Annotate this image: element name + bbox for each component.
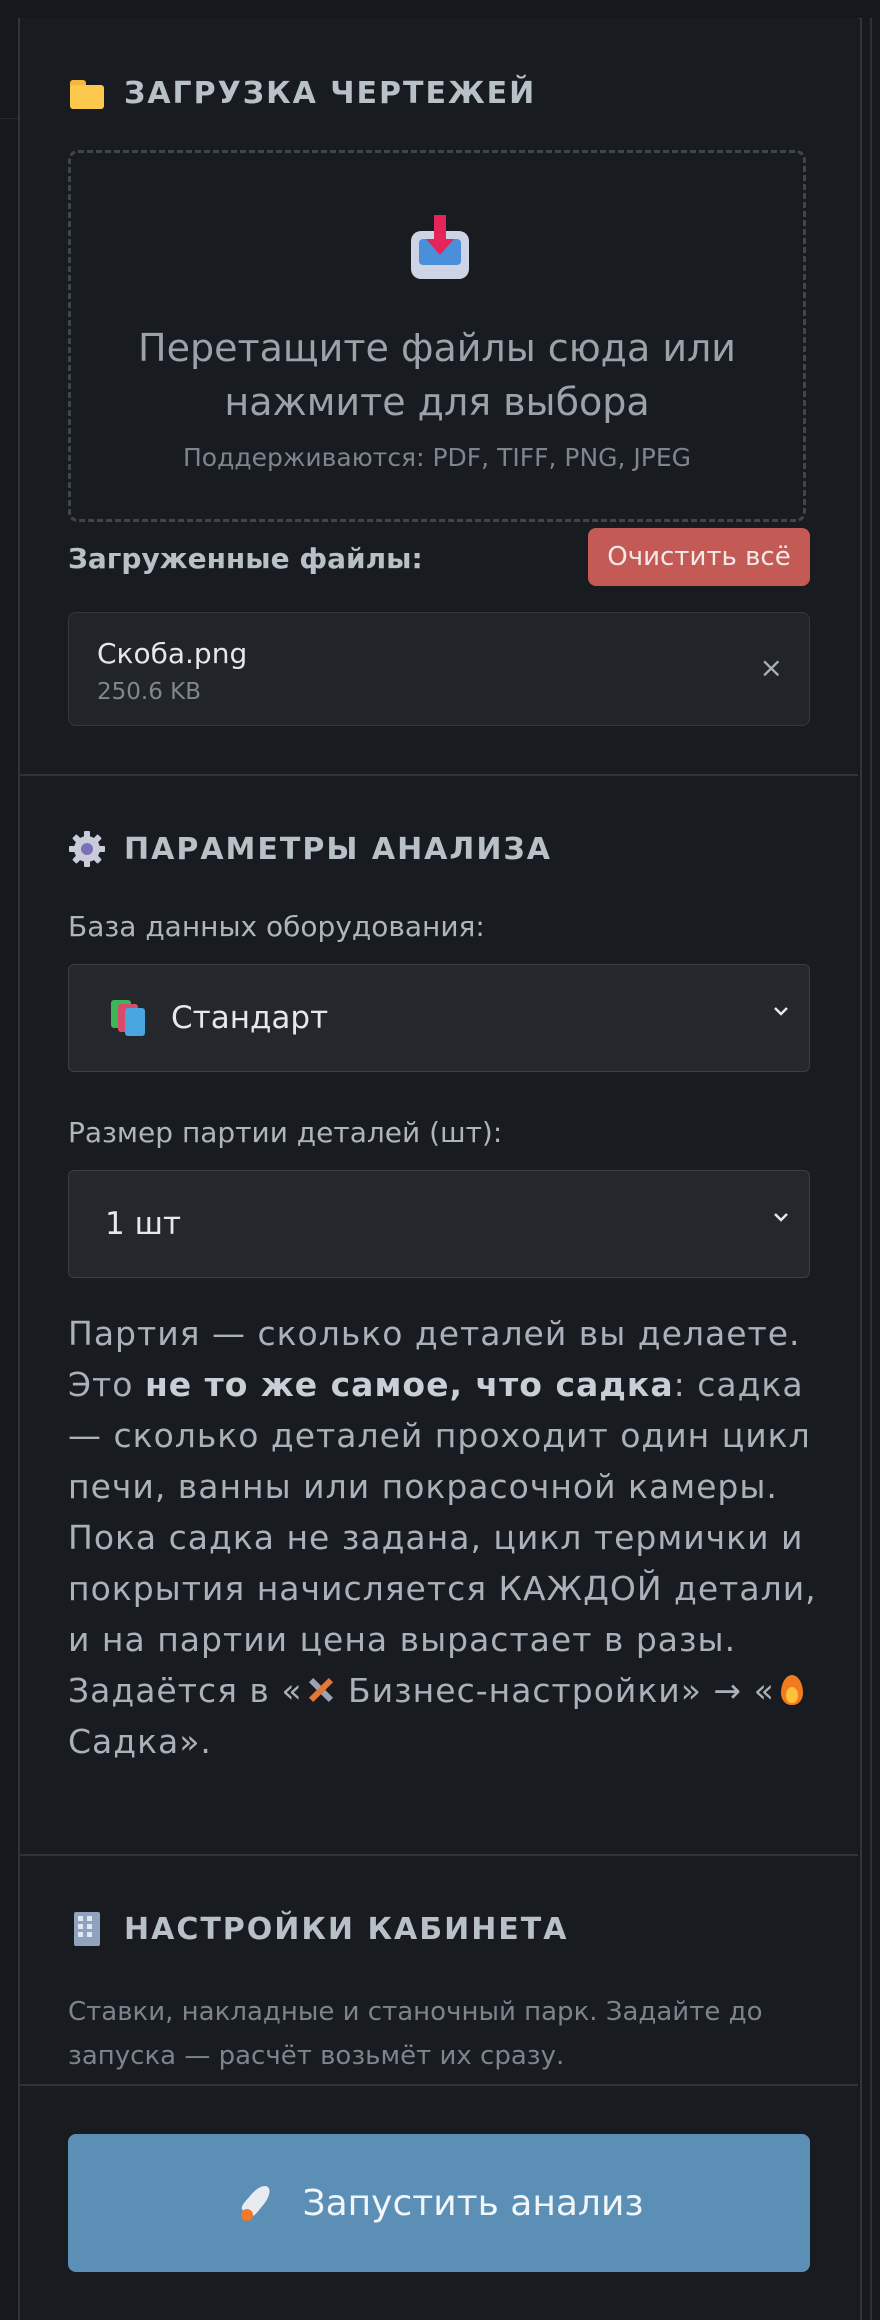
note-text-part2: : садка — сколько деталей проходит один … [68, 1365, 817, 1710]
batch-size-select[interactable]: 1 шт [68, 1170, 810, 1278]
section-divider [20, 1854, 858, 1856]
folder-icon [68, 74, 106, 112]
equipment-db-value: Стандарт [171, 1000, 329, 1036]
section-divider [20, 2084, 858, 2086]
chevron-down-icon [774, 1213, 788, 1222]
batch-size-value: 1 шт [105, 1206, 182, 1242]
dropzone-text-line2: нажмите для выбора [224, 380, 650, 424]
note-emphasis: не то же самое, что садка [144, 1365, 674, 1404]
cabinet-description: Ставки, накладные и станочный парк. Зада… [68, 1997, 763, 2071]
upload-section-title: ЗАГРУЗКА ЧЕРТЕЖЕЙ [68, 74, 536, 112]
analysis-section-title: ПАРАМЕТРЫ АНАЛИЗА [68, 830, 552, 868]
books-icon [111, 998, 151, 1038]
equipment-db-select[interactable]: Стандарт [68, 964, 810, 1072]
dropzone-text-line1: Перетащите файлы сюда или [138, 326, 736, 370]
cabinet-section-title[interactable]: НАСТРОЙКИ КАБИНЕТА [68, 1910, 568, 1948]
analysis-title-text: ПАРАМЕТРЫ АНАЛИЗА [124, 831, 552, 867]
tools-icon [303, 1673, 337, 1707]
clear-all-button[interactable]: Очистить всё [588, 528, 810, 586]
uploaded-files-label: Загруженные файлы: [68, 542, 423, 575]
right-scrollbar[interactable] [860, 18, 880, 2320]
note-business-settings: Бизнес-настройки» → « [336, 1671, 775, 1710]
fire-icon [775, 1673, 809, 1707]
office-building-icon [68, 1910, 106, 1948]
supported-formats: Поддерживаются: PDF, TIFF, PNG, JPEG [182, 443, 692, 472]
run-analysis-label: Запустить анализ [302, 2182, 644, 2224]
sidebar-panel: ЗАГРУЗКА ЧЕРТЕЖЕЙ Перетащите файлы сюда … [20, 18, 858, 2320]
rocket-icon [235, 2181, 279, 2225]
left-edge-panel [0, 18, 20, 2320]
file-dropzone[interactable]: Перетащите файлы сюда или нажмите для вы… [68, 150, 806, 522]
file-name: Скоба.png [97, 637, 248, 670]
section-divider [20, 774, 858, 776]
file-list-item: Скоба.png 250.6 KB × [68, 612, 810, 726]
batch-size-label: Размер партии деталей (шт): [68, 1116, 503, 1149]
cabinet-title-text: НАСТРОЙКИ КАБИНЕТА [124, 1911, 569, 1947]
dropzone-text: Перетащите файлы сюда или нажмите для вы… [71, 321, 803, 429]
gear-icon [68, 830, 106, 868]
remove-file-icon[interactable]: × [760, 651, 783, 684]
run-analysis-button[interactable]: Запустить анализ [68, 2134, 810, 2272]
file-size: 250.6 KB [97, 679, 202, 705]
chevron-down-icon [774, 1007, 788, 1016]
equipment-db-label: База данных оборудования: [68, 910, 485, 943]
inbox-tray-icon [409, 215, 471, 281]
batch-help-text: Партия — сколько деталей вы делаете. Это… [68, 1308, 838, 1767]
upload-title-text: ЗАГРУЗКА ЧЕРТЕЖЕЙ [124, 75, 537, 111]
note-batch-load: Садка». [68, 1722, 212, 1761]
window-top-bar [0, 0, 880, 19]
